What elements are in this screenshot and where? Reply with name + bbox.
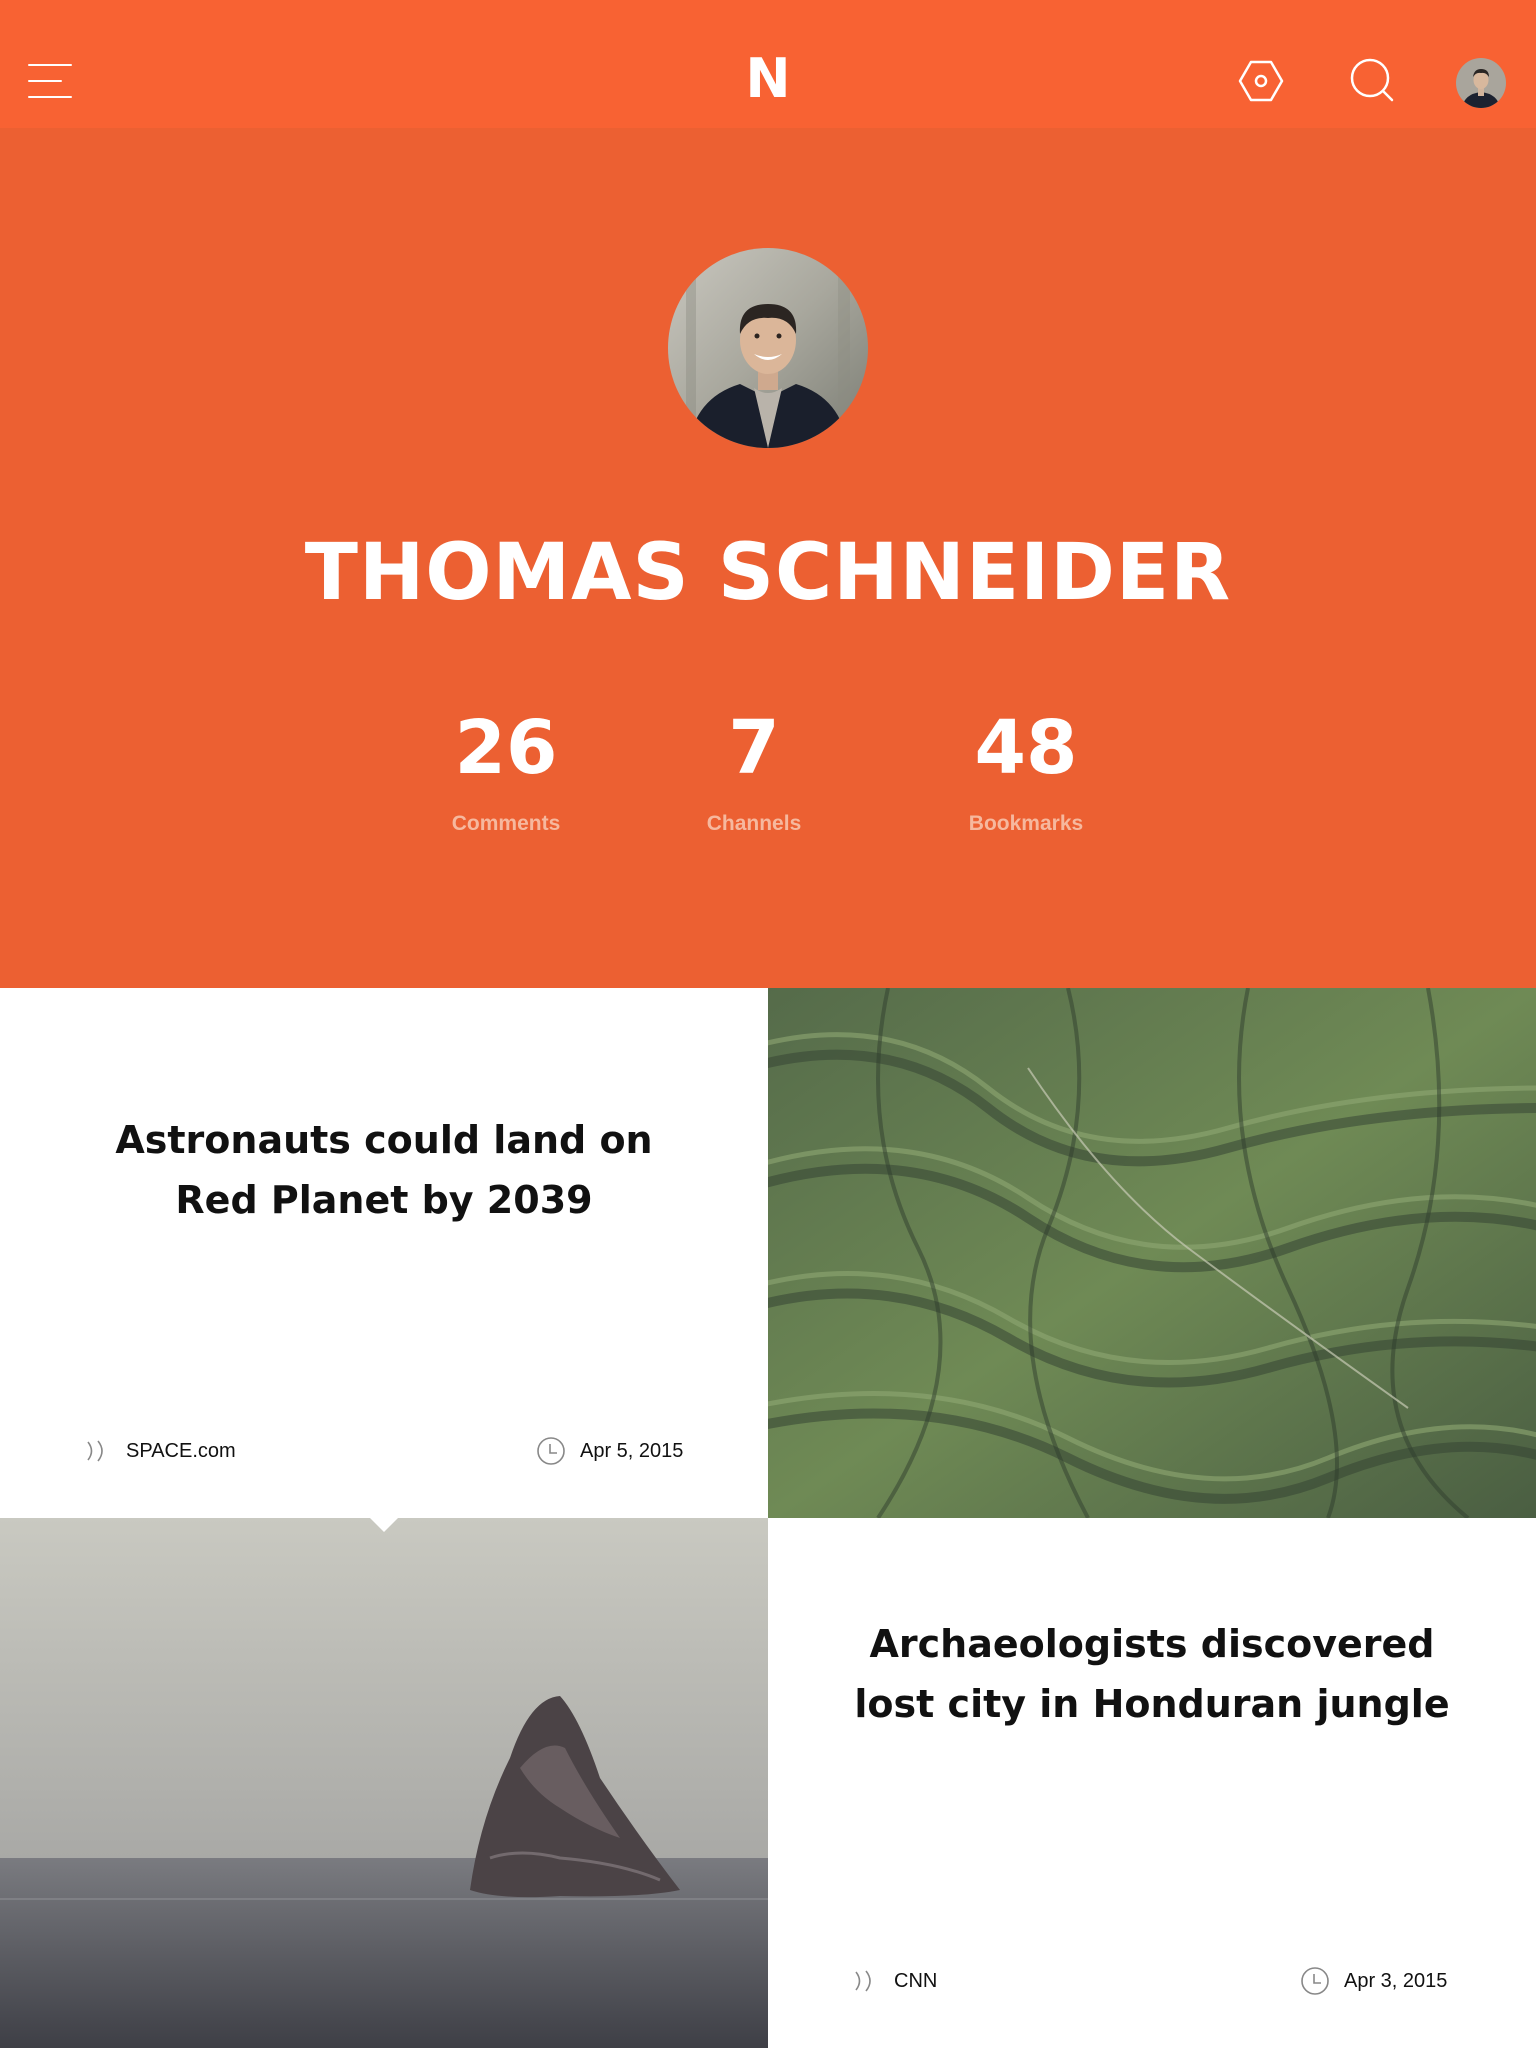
stat-label: Comments bbox=[451, 812, 561, 835]
article-date-label: Apr 3, 2015 bbox=[1344, 1969, 1448, 1992]
stat-bookmarks[interactable]: 48 Bookmarks bbox=[906, 708, 1146, 836]
article-image-1[interactable] bbox=[768, 988, 1536, 1518]
article-date: Apr 5, 2015 bbox=[536, 1434, 683, 1468]
clock-icon bbox=[537, 1437, 565, 1465]
article-date-label: Apr 5, 2015 bbox=[580, 1439, 684, 1462]
user-avatar[interactable] bbox=[1456, 58, 1506, 108]
profile-header: THOMAS SCHNEIDER 26 Comments 7 Channels … bbox=[0, 128, 1536, 988]
app-logo[interactable]: N bbox=[738, 52, 798, 106]
article-source-label: SPACE.com bbox=[126, 1439, 236, 1462]
card-pointer bbox=[370, 1518, 398, 1532]
stat-channels[interactable]: 7 Channels bbox=[634, 708, 874, 836]
stat-label: Bookmarks bbox=[968, 812, 1084, 835]
profile-name: THOMAS SCHNEIDER bbox=[304, 528, 1232, 618]
article-image-2[interactable] bbox=[0, 1518, 768, 2048]
article-source[interactable]: CNN bbox=[850, 1964, 937, 1998]
source-icon bbox=[87, 1440, 103, 1462]
article-date: Apr 3, 2015 bbox=[1300, 1964, 1447, 1998]
top-bar: N bbox=[0, 0, 1536, 128]
settings-icon[interactable] bbox=[1236, 56, 1286, 106]
article-source-label: CNN bbox=[894, 1969, 938, 1992]
clock-icon bbox=[1301, 1967, 1329, 1995]
search-icon[interactable] bbox=[1348, 56, 1398, 106]
article-title[interactable]: Astronauts could land on Red Planet by 2… bbox=[80, 1110, 688, 1230]
stat-label: Channels bbox=[706, 812, 802, 835]
stat-comments[interactable]: 26 Comments bbox=[386, 708, 626, 836]
menu-icon[interactable] bbox=[28, 64, 72, 100]
article-source[interactable]: SPACE.com bbox=[82, 1434, 236, 1468]
stat-value: 26 bbox=[454, 705, 558, 791]
stat-value: 48 bbox=[974, 705, 1078, 791]
article-card-2[interactable]: Archaeologists discovered lost city in H… bbox=[768, 1518, 1536, 2048]
profile-avatar bbox=[668, 248, 868, 448]
stat-value: 7 bbox=[728, 705, 780, 791]
article-title[interactable]: Archaeologists discovered lost city in H… bbox=[848, 1614, 1456, 1734]
article-card-1[interactable]: Astronauts could land on Red Planet by 2… bbox=[0, 988, 768, 1518]
source-icon bbox=[855, 1970, 871, 1992]
